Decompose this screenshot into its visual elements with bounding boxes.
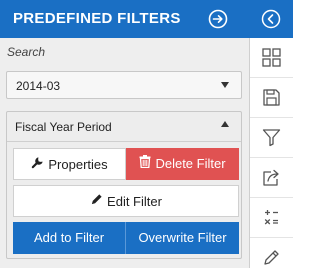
export-button[interactable]	[250, 158, 293, 198]
edit-button[interactable]	[250, 238, 293, 268]
predefined-filters-panel: PREDEFINED FILTERS Search 2014-03 Fiscal…	[0, 0, 250, 268]
collapse-left-icon	[261, 9, 281, 29]
filter-icon	[262, 129, 281, 147]
save-icon	[263, 89, 280, 106]
collapse-panel-button[interactable]	[250, 0, 293, 38]
calculator-icon	[264, 210, 278, 225]
divider	[7, 141, 241, 142]
add-to-filter-button-label: Add to Filter	[33, 230, 105, 245]
delete-filter-button-label: Delete Filter	[155, 156, 226, 171]
calculator-button[interactable]	[250, 198, 293, 238]
tool-rail	[250, 0, 293, 268]
wrench-icon	[31, 149, 44, 181]
add-to-filter-button[interactable]: Add to Filter	[13, 222, 126, 254]
export-icon	[263, 169, 279, 186]
grid-icon	[262, 48, 281, 67]
grid-view-button[interactable]	[250, 38, 293, 78]
panel-title: PREDEFINED FILTERS	[13, 10, 181, 27]
edit-filter-button[interactable]: Edit Filter	[13, 185, 239, 217]
go-arrow-button[interactable]	[208, 9, 228, 29]
caret-down-icon	[221, 82, 229, 88]
delete-filter-button[interactable]: Delete Filter	[126, 148, 239, 180]
fiscal-year-filter-toggle[interactable]: Fiscal Year Period	[7, 112, 241, 140]
caret-up-icon	[221, 121, 229, 127]
filter-group-label: Fiscal Year Period	[15, 120, 112, 134]
trash-icon	[139, 148, 151, 180]
fiscal-year-filter-group: Fiscal Year Period Properties Delete Fil…	[6, 111, 242, 259]
overwrite-filter-button-label: Overwrite Filter	[138, 230, 227, 245]
pencil-icon	[264, 250, 279, 265]
date-dropdown-value: 2014-03	[16, 79, 61, 93]
panel-header: PREDEFINED FILTERS	[0, 0, 250, 38]
filter-button[interactable]	[250, 118, 293, 158]
search-label: Search	[7, 45, 46, 59]
overwrite-filter-button[interactable]: Overwrite Filter	[126, 222, 239, 254]
app-root: PREDEFINED FILTERS Search 2014-03 Fiscal…	[0, 0, 293, 268]
date-dropdown[interactable]: 2014-03	[6, 71, 242, 99]
properties-button[interactable]: Properties	[13, 148, 126, 180]
save-button[interactable]	[250, 78, 293, 118]
arrow-right-circle-icon	[208, 9, 228, 29]
pencil-icon	[90, 186, 103, 218]
edit-filter-button-label: Edit Filter	[107, 194, 162, 209]
properties-button-label: Properties	[48, 157, 108, 172]
